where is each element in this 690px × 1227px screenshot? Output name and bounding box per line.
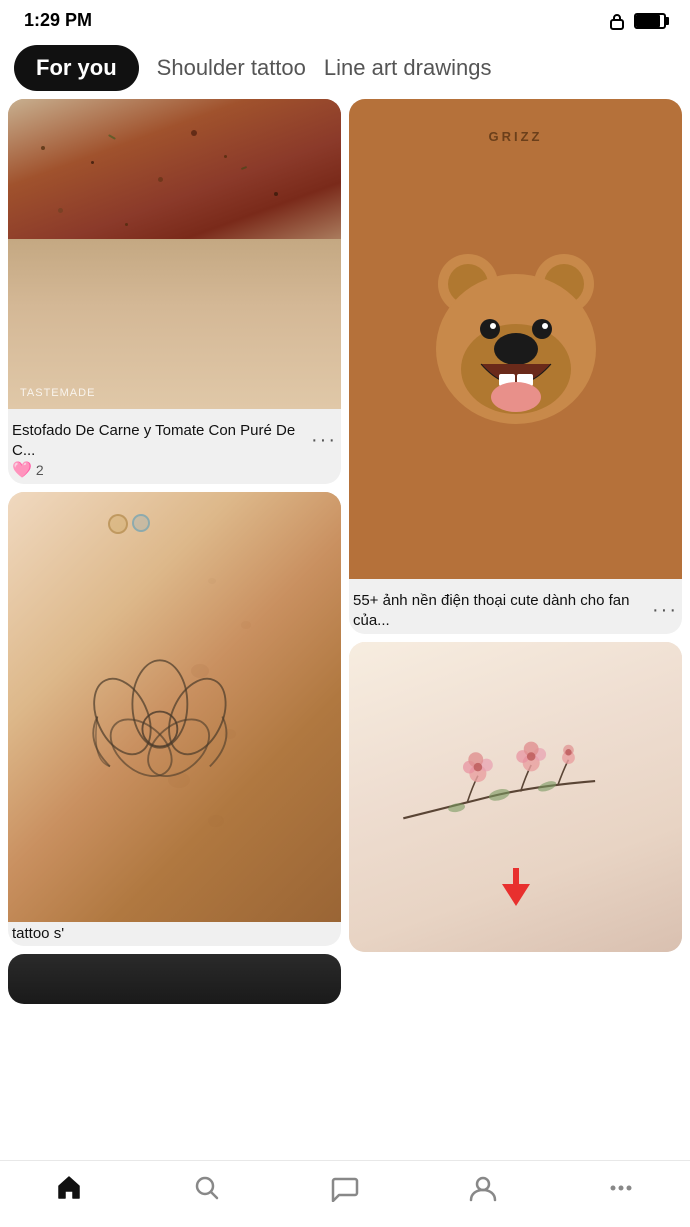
bear-image: GRIZZ (349, 99, 682, 579)
floral-branch-svg (382, 704, 648, 890)
lock-icon (608, 12, 626, 30)
search-icon (192, 1173, 222, 1203)
home-icon (54, 1173, 84, 1203)
pins-grid: TASTEMADE Estofado De Carne y Tomate Con… (0, 99, 690, 1004)
nav-profile[interactable] (468, 1173, 498, 1203)
tattoo-flower-svg (35, 600, 285, 858)
bear-meta: 55+ ảnh nền điện thoại cute dành cho fan… (353, 591, 678, 630)
bear-description: 55+ ảnh nền điện thoại cute dành cho fan… (349, 579, 682, 634)
floral-tattoo-image (349, 642, 682, 952)
meat-title: Estofado De Carne y Tomate Con Puré De C… (12, 421, 311, 460)
nav-more[interactable] (606, 1173, 636, 1203)
floral-image-wrapper (349, 642, 682, 952)
bottom-navigation (0, 1160, 690, 1227)
meat-likes: 🩷 2 (12, 460, 337, 480)
meat-image-wrapper: TASTEMADE (8, 99, 341, 409)
bear-more-button[interactable]: ··· (652, 599, 678, 622)
arm-tattoo-pin-card[interactable]: tattoo s' (8, 492, 341, 946)
bear-label: GRIZZ (489, 129, 543, 144)
battery-icon (634, 13, 666, 29)
meat-more-button[interactable]: ··· (311, 429, 337, 452)
more-dots-icon (606, 1173, 636, 1203)
arm-tattoo-image-wrapper (8, 492, 341, 922)
tab-shoulder-tattoo[interactable]: Shoulder tattoo (157, 47, 306, 89)
bear-image-wrapper: GRIZZ (349, 99, 682, 579)
red-arrow-indicator (502, 868, 530, 906)
dark-preview-strip (8, 954, 341, 1004)
meat-likes-count: 2 (36, 462, 44, 478)
meat-meta: Estofado De Carne y Tomate Con Puré De C… (12, 421, 337, 460)
tattoo-title: tattoo s' (12, 925, 64, 942)
tab-line-art[interactable]: Line art drawings (324, 47, 492, 89)
floral-tattoo-pin-card[interactable] (349, 642, 682, 952)
bear-face-svg (416, 229, 616, 449)
meat-watermark: TASTEMADE (20, 387, 95, 399)
tab-for-you[interactable]: For you (14, 45, 139, 91)
bear-title: 55+ ảnh nền điện thoại cute dành cho fan… (353, 591, 652, 630)
meat-image: TASTEMADE (8, 99, 341, 409)
status-bar: 1:29 PM (0, 0, 690, 37)
tattoo-description: tattoo s' (8, 922, 341, 946)
category-tabs: For you Shoulder tattoo Line art drawing… (0, 37, 690, 99)
message-icon (330, 1173, 360, 1203)
nav-home[interactable] (54, 1173, 84, 1203)
main-content: TASTEMADE Estofado De Carne y Tomate Con… (0, 99, 690, 1094)
nav-messages[interactable] (330, 1173, 360, 1203)
heart-icon: 🩷 (12, 460, 32, 480)
status-icons (608, 12, 666, 30)
bear-pin-card[interactable]: GRIZZ (349, 99, 682, 634)
arm-tattoo-image (8, 492, 341, 922)
left-column: TASTEMADE Estofado De Carne y Tomate Con… (8, 99, 341, 1004)
meat-description: Estofado De Carne y Tomate Con Puré De C… (8, 409, 341, 484)
meat-pin-card[interactable]: TASTEMADE Estofado De Carne y Tomate Con… (8, 99, 341, 484)
right-column: GRIZZ (349, 99, 682, 1004)
person-icon (468, 1173, 498, 1203)
status-time: 1:29 PM (24, 10, 92, 31)
nav-search[interactable] (192, 1173, 222, 1203)
